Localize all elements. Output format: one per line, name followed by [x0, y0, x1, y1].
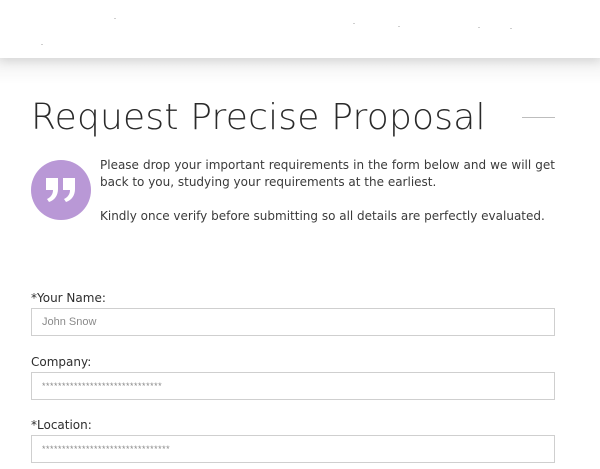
location-input[interactable]: [31, 435, 555, 463]
company-label: Company:: [31, 355, 92, 369]
quote-badge: [31, 160, 91, 220]
header-artifact: [353, 23, 355, 24]
intro-text: Please drop your important requirements …: [100, 157, 555, 225]
name-label: *Your Name:: [31, 291, 106, 305]
header-artifact: [398, 26, 400, 27]
title-row: Request Precise Proposal: [31, 96, 555, 140]
site-header: [0, 0, 600, 58]
header-shadow-band: [0, 58, 600, 84]
title-divider: [522, 117, 555, 118]
intro-paragraph: Please drop your important requirements …: [100, 158, 555, 189]
header-artifact: [114, 18, 116, 19]
name-input[interactable]: [31, 308, 555, 336]
header-artifact: [41, 44, 43, 45]
location-label: *Location:: [31, 418, 92, 432]
intro-paragraph: Kindly once verify before submitting so …: [100, 209, 545, 223]
company-input[interactable]: [31, 372, 555, 400]
header-artifact: [478, 27, 480, 28]
page-title: Request Precise Proposal: [31, 97, 486, 138]
header-artifact: [510, 28, 512, 29]
quote-icon: [46, 178, 75, 202]
